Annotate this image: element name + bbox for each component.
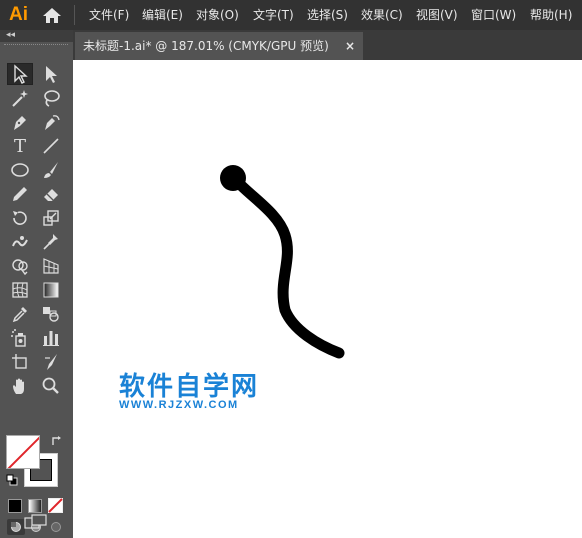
perspective-grid-tool-icon[interactable] <box>38 255 64 277</box>
panel-grip[interactable] <box>4 44 68 49</box>
menu-select[interactable]: 选择(S) <box>307 7 348 23</box>
change-screen-mode-icon[interactable] <box>24 514 48 530</box>
menu-help[interactable]: 帮助(H) <box>530 7 572 23</box>
magic-wand-tool-icon[interactable] <box>7 87 33 109</box>
none-mode-button[interactable] <box>48 498 63 513</box>
color-mode-button[interactable] <box>8 499 22 513</box>
watermark-url: WWW.RJZXW.COM <box>119 399 239 411</box>
puppet-warp-tool-icon[interactable] <box>38 231 64 253</box>
scale-tool-icon[interactable] <box>38 207 64 229</box>
draw-inside-button[interactable] <box>47 519 65 535</box>
menu-edit[interactable]: 编辑(E) <box>142 7 183 23</box>
line-segment-tool-icon[interactable] <box>38 135 64 157</box>
warp-tool-icon[interactable] <box>7 231 33 253</box>
default-fill-stroke-icon[interactable] <box>6 474 18 486</box>
none-slash-icon <box>7 436 39 468</box>
gradient-tool-icon[interactable] <box>38 279 64 301</box>
type-tool-icon[interactable]: T <box>7 135 33 157</box>
symbol-sprayer-tool-icon[interactable] <box>7 327 33 349</box>
document-tab-title: 未标题-1.ai* @ 187.01% (CMYK/GPU 预览) <box>83 39 329 53</box>
swap-fill-stroke-icon[interactable] <box>50 434 64 448</box>
menu-bar: Ai 文件(F) 编辑(E) 对象(O) 文字(T) 选择(S) 效果(C) 视… <box>0 0 582 30</box>
hand-tool-icon[interactable] <box>7 375 33 397</box>
document-tab[interactable]: 未标题-1.ai* @ 187.01% (CMYK/GPU 预览) × <box>75 32 363 60</box>
type-tool-glyph: T <box>13 135 26 157</box>
drawing-surface <box>220 165 345 359</box>
draw-inside-icon <box>51 522 61 532</box>
ellipse-tool-icon[interactable] <box>7 159 33 181</box>
eyedropper-tool-icon[interactable] <box>7 303 33 325</box>
menu-window[interactable]: 窗口(W) <box>471 7 516 23</box>
menu-effect[interactable]: 效果(C) <box>361 7 403 23</box>
app-logo: Ai <box>9 4 28 25</box>
tools-panel-header: ◂◂ <box>0 30 73 42</box>
menu-object[interactable]: 对象(O) <box>196 7 239 23</box>
rotate-tool-icon[interactable] <box>7 207 33 229</box>
lasso-tool-icon[interactable] <box>38 87 64 109</box>
gradient-mode-button[interactable] <box>28 499 42 513</box>
document-tab-bar: 未标题-1.ai* @ 187.01% (CMYK/GPU 预览) × <box>73 30 582 60</box>
menu-view[interactable]: 视图(V) <box>416 7 458 23</box>
mesh-tool-icon[interactable] <box>7 279 33 301</box>
close-icon[interactable]: × <box>345 32 355 60</box>
paintbrush-tool-icon[interactable] <box>38 159 64 181</box>
slice-tool-icon[interactable] <box>38 351 64 373</box>
draw-normal-button[interactable] <box>7 519 25 535</box>
tools-panel: ◂◂ T <box>0 30 73 538</box>
pen-tool-icon[interactable] <box>7 111 33 133</box>
eraser-tool-icon[interactable] <box>38 183 64 205</box>
selection-tool-icon[interactable] <box>7 63 33 85</box>
stroke-path[interactable] <box>227 171 345 359</box>
pencil-tool-icon[interactable] <box>7 183 33 205</box>
direct-selection-tool-icon[interactable] <box>38 63 64 85</box>
menu-separator <box>74 5 75 25</box>
fill-color-swatch[interactable] <box>6 435 40 469</box>
artboard-canvas[interactable]: 软件自学网 WWW.RJZXW.COM <box>73 60 582 538</box>
draw-normal-icon <box>11 522 21 532</box>
blend-tool-icon[interactable] <box>38 303 64 325</box>
column-graph-tool-icon[interactable] <box>38 327 64 349</box>
shape-builder-tool-icon[interactable] <box>7 255 33 277</box>
path-start-point[interactable] <box>220 165 246 191</box>
menu-type[interactable]: 文字(T) <box>253 7 294 23</box>
home-icon[interactable] <box>42 7 62 24</box>
menu-file[interactable]: 文件(F) <box>89 7 129 23</box>
artboard-tool-icon[interactable] <box>7 351 33 373</box>
curvature-tool-icon[interactable] <box>38 111 64 133</box>
zoom-tool-icon[interactable] <box>38 375 64 397</box>
watermark-title: 软件自学网 <box>119 372 260 402</box>
collapse-panel-icon[interactable]: ◂◂ <box>6 30 15 40</box>
